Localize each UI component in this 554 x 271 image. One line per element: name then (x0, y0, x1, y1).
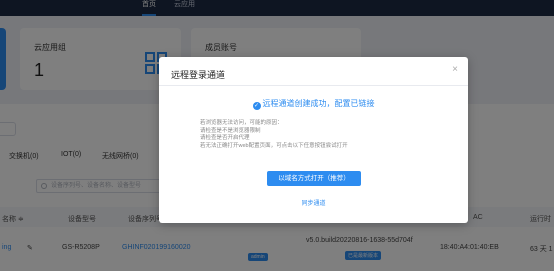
tip-line: 请检查是不是浏览器限制 (200, 127, 261, 134)
success-text: 远程通道创建成功，配置已链接 (262, 99, 375, 108)
close-icon[interactable]: × (452, 64, 458, 75)
success-message: ✓ 远程通道创建成功，配置已链接 (159, 98, 468, 110)
tip-line: 若无法正确打开web配置页面，可点击以下任意按钮尝试打开 (200, 142, 348, 149)
tip-line: 请检查是否开启代理 (200, 135, 250, 141)
dialog-title: 远程登录通道 (171, 70, 226, 80)
troubleshooting-tips: 若浏览器无法访问，可能的原因： 请检查是不是浏览器限制 请检查是否开启代理 若无… (200, 120, 348, 150)
sync-channel-link[interactable]: 同步通道 (159, 198, 468, 207)
tip-line: 若浏览器无法访问，可能的原因： (200, 120, 283, 126)
remote-login-dialog: 远程登录通道 × ✓ 远程通道创建成功，配置已链接 若浏览器无法访问，可能的原因：… (159, 57, 468, 223)
dialog-divider (159, 85, 468, 86)
open-by-domain-button[interactable]: 以域名方式打开（推荐） (267, 171, 361, 186)
check-circle-icon: ✓ (252, 102, 261, 110)
